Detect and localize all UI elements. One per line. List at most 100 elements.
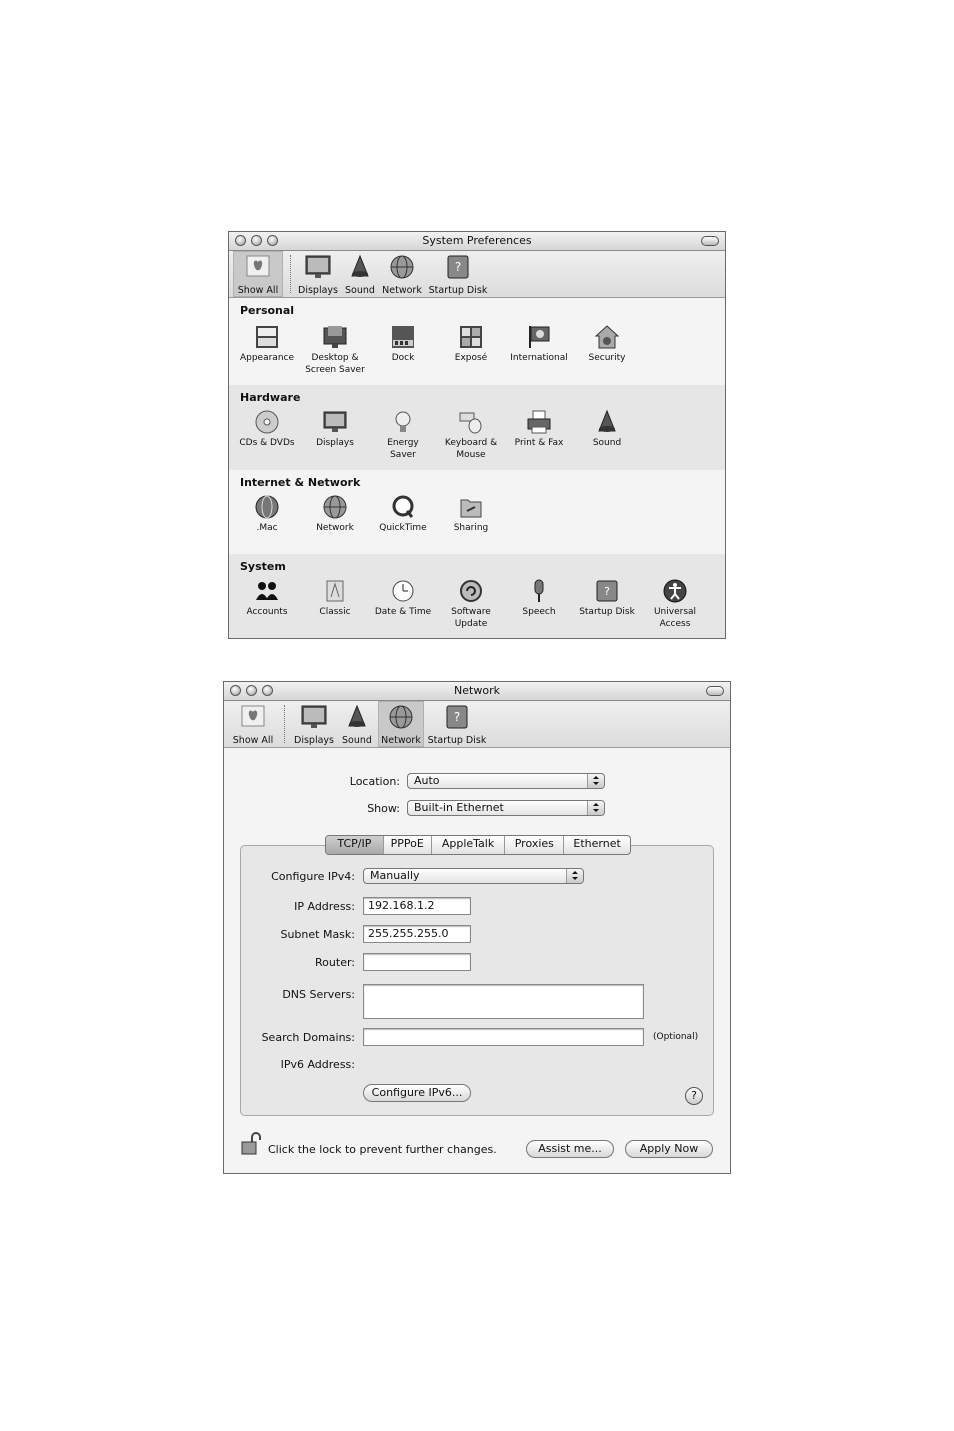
pref-label: Startup Disk <box>579 607 635 617</box>
pref-label: Screen Saver <box>305 365 365 375</box>
configure-ipv4-popup[interactable]: Manually <box>363 868 584 884</box>
toolbar-show-all[interactable]: Show All <box>230 701 276 747</box>
pref-quicktime[interactable]: QuickTime <box>369 494 437 534</box>
house-safe-icon <box>594 325 620 349</box>
ipv6-address-label: IPv6 Address: <box>280 1058 355 1071</box>
location-popup[interactable]: Auto <box>407 773 605 789</box>
system-preferences-window: System Preferences Show All Displays Sou… <box>228 231 726 639</box>
toolbar-displays[interactable]: Displays <box>292 701 336 747</box>
pref-dock[interactable]: Dock <box>369 324 437 364</box>
tab-appletalk[interactable]: AppleTalk <box>432 836 506 854</box>
show-label: Show: <box>367 802 400 815</box>
pref-label: Mouse <box>456 450 486 460</box>
speaker-icon <box>348 704 366 727</box>
keyboard-mouse-icon <box>459 412 482 434</box>
tab-tcpip[interactable]: TCP/IP <box>326 836 384 854</box>
toolbar-show-all[interactable]: Show All <box>233 251 283 297</box>
toolbar-network[interactable]: Network <box>378 701 424 747</box>
assist-me-button[interactable]: Assist me... <box>526 1140 614 1158</box>
pref-displays[interactable]: Displays <box>301 409 369 449</box>
router-label: Router: <box>315 956 355 969</box>
pref-expose[interactable]: Exposé <box>437 324 505 364</box>
show-popup[interactable]: Built-in Ethernet <box>407 800 605 816</box>
pref-label: Security <box>588 353 626 363</box>
pref-label: Universal <box>653 607 697 617</box>
pref-label: Print & Fax <box>514 438 564 448</box>
pref-speech[interactable]: Speech <box>505 578 573 618</box>
toolbar-label: Sound <box>345 285 375 296</box>
toolbar-sound[interactable]: Sound <box>342 251 378 297</box>
pref-keyboard-mouse[interactable]: Keyboard & Mouse <box>437 409 505 461</box>
toolbar-sound[interactable]: Sound <box>338 701 376 747</box>
pref-sound[interactable]: Sound <box>573 409 641 449</box>
pref-software-update[interactable]: Software Update <box>437 578 505 630</box>
disc-icon <box>255 410 279 434</box>
pref-accounts[interactable]: Accounts <box>233 578 301 618</box>
help-button[interactable]: ? <box>685 1087 703 1105</box>
pref-sharing[interactable]: Sharing <box>437 494 505 534</box>
toolbar-toggle-button[interactable] <box>706 686 724 696</box>
pref-date-time[interactable]: Date & Time <box>369 578 437 618</box>
popup-arrows-icon <box>587 774 604 788</box>
pref-label: Classic <box>319 607 351 617</box>
appearance-icon <box>256 326 278 348</box>
toolbar: Show All Displays Sound Network ? Startu… <box>224 701 730 748</box>
svg-text:?: ? <box>454 710 460 724</box>
title-bar[interactable]: System Preferences <box>229 232 725 251</box>
pref-desktop-screen-saver[interactable]: Desktop & Screen Saver <box>301 324 369 376</box>
title-bar[interactable]: Network <box>224 682 730 701</box>
section-system: System Accounts Classic Date & Time Soft… <box>229 554 725 638</box>
toolbar-startup-disk[interactable]: ? Startup Disk <box>427 701 487 747</box>
pref-label: Sharing <box>453 523 489 533</box>
dns-servers-field[interactable] <box>363 984 644 1019</box>
pref-startup-disk[interactable]: ? Startup Disk <box>573 578 641 618</box>
pref-label: International <box>510 353 568 363</box>
pref-appearance[interactable]: Appearance <box>233 324 301 364</box>
show-value: Built-in Ethernet <box>414 801 504 814</box>
svg-text:?: ? <box>455 260 461 274</box>
clock-icon <box>392 580 414 602</box>
configure-ipv4-value: Manually <box>370 869 420 882</box>
configure-ipv6-button[interactable]: Configure IPv6... <box>363 1084 471 1102</box>
pref-dotmac[interactable]: .Mac <box>233 494 301 534</box>
pref-security[interactable]: Security <box>573 324 641 364</box>
ip-address-label: IP Address: <box>294 900 355 913</box>
pref-label: Appearance <box>239 353 295 363</box>
router-field[interactable] <box>363 953 471 971</box>
flag-icon <box>529 326 550 348</box>
apply-now-button[interactable]: Apply Now <box>625 1140 713 1158</box>
pref-label: Saver <box>390 450 416 460</box>
pref-network[interactable]: Network <box>301 494 369 534</box>
toolbar: Show All Displays Sound Network ? Startu… <box>229 251 725 298</box>
lock-open-icon <box>241 1132 261 1155</box>
toolbar-label: Sound <box>342 735 372 746</box>
pref-classic[interactable]: Classic <box>301 578 369 618</box>
toolbar-toggle-button[interactable] <box>701 236 719 246</box>
hard-disk-icon: ? <box>596 580 618 602</box>
quicktime-icon <box>392 495 414 518</box>
search-domains-label: Search Domains: <box>261 1031 355 1044</box>
ip-address-field[interactable]: 192.168.1.2 <box>363 897 471 915</box>
tcpip-panel <box>240 845 714 1116</box>
subnet-mask-field[interactable]: 255.255.255.0 <box>363 925 471 943</box>
tab-ethernet[interactable]: Ethernet <box>564 836 630 854</box>
display-icon <box>323 411 347 432</box>
toolbar-displays[interactable]: Displays <box>296 251 340 297</box>
display-icon <box>305 255 331 278</box>
search-domains-field[interactable] <box>363 1028 644 1046</box>
tab-proxies[interactable]: Proxies <box>505 836 565 854</box>
section-hardware: Hardware CDs & DVDs Displays Energy Save… <box>229 385 725 470</box>
svg-text:?: ? <box>604 585 610 598</box>
popup-arrows-icon <box>587 801 604 815</box>
section-title: Personal <box>240 304 295 317</box>
toolbar-network[interactable]: Network <box>380 251 424 297</box>
pref-cds-dvds[interactable]: CDs & DVDs <box>233 409 301 449</box>
pref-universal-access[interactable]: Universal Access <box>641 578 709 630</box>
display-icon <box>301 705 327 728</box>
people-icon <box>256 582 278 600</box>
toolbar-startup-disk[interactable]: ? Startup Disk <box>428 251 488 297</box>
pref-international[interactable]: International <box>505 324 573 364</box>
pref-print-fax[interactable]: Print & Fax <box>505 409 573 449</box>
tab-pppoe[interactable]: PPPoE <box>384 836 432 854</box>
pref-energy-saver[interactable]: Energy Saver <box>369 409 437 461</box>
